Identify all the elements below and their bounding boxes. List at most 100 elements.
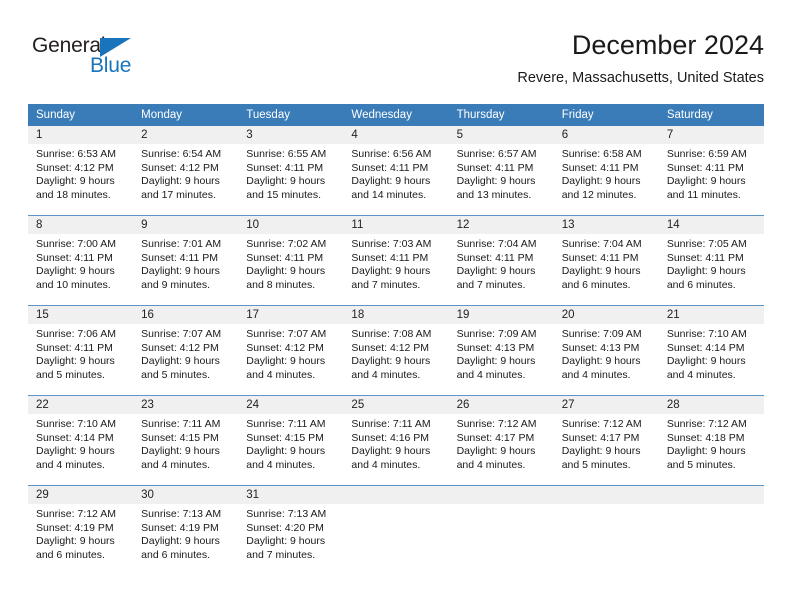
daylight-text-line1: Daylight: 9 hours — [456, 445, 536, 458]
sunrise-text: Sunrise: 6:57 AM — [456, 148, 537, 160]
day-cell[interactable]: 20 Sunrise: 7:09 AM Sunset: 4:13 PM Dayl… — [553, 306, 659, 395]
day-cell[interactable]: 29 Sunrise: 7:12 AM Sunset: 4:19 PM Dayl… — [28, 486, 134, 575]
day-cell[interactable]: 12 Sunrise: 7:04 AM Sunset: 4:11 PM Dayl… — [448, 216, 554, 305]
daylight-text-line1: Daylight: 9 hours — [246, 535, 326, 548]
day-cell[interactable]: 25 Sunrise: 7:11 AM Sunset: 4:16 PM Dayl… — [343, 396, 449, 485]
day-cell[interactable]: 23 Sunrise: 7:11 AM Sunset: 4:15 PM Dayl… — [133, 396, 239, 485]
daylight-text-line2: and 4 minutes. — [666, 368, 736, 381]
day-number: 31 — [238, 486, 344, 504]
table-cell: 9 Sunrise: 7:01 AM Sunset: 4:11 PM Dayli… — [133, 215, 239, 306]
day-cell[interactable]: 21 Sunrise: 7:10 AM Sunset: 4:14 PM Dayl… — [658, 306, 764, 395]
day-number: 9 — [133, 216, 239, 234]
day-cell[interactable]: 19 Sunrise: 7:09 AM Sunset: 4:13 PM Dayl… — [448, 306, 554, 395]
day-cell[interactable]: 4 Sunrise: 6:56 AM Sunset: 4:11 PM Dayli… — [343, 126, 449, 215]
day-cell[interactable]: 8 Sunrise: 7:00 AM Sunset: 4:11 PM Dayli… — [28, 216, 134, 305]
location-subtitle: Revere, Massachusetts, United States — [517, 70, 764, 86]
table-cell — [658, 485, 764, 575]
day-number: 20 — [553, 306, 659, 324]
daylight-text-line2: and 4 minutes. — [246, 368, 316, 381]
table-cell: 18 Sunrise: 7:08 AM Sunset: 4:12 PM Dayl… — [343, 305, 449, 396]
sunrise-text: Sunrise: 7:09 AM — [561, 328, 642, 340]
sunrise-text: Sunrise: 7:13 AM — [246, 508, 327, 520]
day-cell[interactable]: 10 Sunrise: 7:02 AM Sunset: 4:11 PM Dayl… — [238, 216, 344, 305]
day-number: 6 — [553, 126, 659, 144]
day-cell[interactable]: 1 Sunrise: 6:53 AM Sunset: 4:12 PM Dayli… — [28, 126, 134, 215]
sunrise-text: Sunrise: 7:11 AM — [246, 418, 326, 430]
daylight-text-line1: Daylight: 9 hours — [36, 535, 115, 548]
day-details: Sunrise: 7:12 AM Sunset: 4:17 PM Dayligh… — [449, 414, 554, 472]
calendar-week-row: 8 Sunrise: 7:00 AM Sunset: 4:11 PM Dayli… — [28, 215, 764, 306]
day-details: Sunrise: 6:56 AM Sunset: 4:11 PM Dayligh… — [343, 144, 448, 202]
day-details: Sunrise: 7:10 AM Sunset: 4:14 PM Dayligh… — [28, 414, 133, 472]
day-details: Sunrise: 7:03 AM Sunset: 4:11 PM Dayligh… — [343, 234, 448, 292]
sunrise-text: Sunrise: 7:12 AM — [36, 508, 116, 520]
calendar-week-row: 29 Sunrise: 7:12 AM Sunset: 4:19 PM Dayl… — [28, 485, 764, 575]
day-number — [343, 486, 449, 504]
daylight-text-line1: Daylight: 9 hours — [666, 175, 746, 188]
daylight-text-line1: Daylight: 9 hours — [36, 265, 115, 278]
day-cell[interactable]: 2 Sunrise: 6:54 AM Sunset: 4:12 PM Dayli… — [133, 126, 239, 215]
day-cell[interactable]: 18 Sunrise: 7:08 AM Sunset: 4:12 PM Dayl… — [343, 306, 449, 395]
calendar-week-row: 15 Sunrise: 7:06 AM Sunset: 4:11 PM Dayl… — [28, 305, 764, 396]
general-blue-logo[interactable]: General Blue — [32, 34, 162, 86]
daylight-text-line2: and 6 minutes. — [141, 548, 211, 561]
day-cell[interactable]: 11 Sunrise: 7:03 AM Sunset: 4:11 PM Dayl… — [343, 216, 449, 305]
daylight-text-line2: and 11 minutes. — [666, 188, 741, 201]
weekday-header-sunday: Sunday — [28, 104, 134, 126]
sunset-text: Sunset: 4:11 PM — [351, 251, 429, 264]
day-cell[interactable]: 28 Sunrise: 7:12 AM Sunset: 4:18 PM Dayl… — [658, 396, 764, 485]
table-cell: 28 Sunrise: 7:12 AM Sunset: 4:18 PM Dayl… — [658, 395, 764, 486]
daylight-text-line2: and 10 minutes. — [36, 278, 111, 291]
day-cell[interactable]: 13 Sunrise: 7:04 AM Sunset: 4:11 PM Dayl… — [553, 216, 659, 305]
sunset-text: Sunset: 4:13 PM — [456, 341, 535, 354]
table-cell: 25 Sunrise: 7:11 AM Sunset: 4:16 PM Dayl… — [343, 395, 449, 486]
daylight-text-line2: and 18 minutes. — [36, 188, 111, 201]
day-cell[interactable]: 5 Sunrise: 6:57 AM Sunset: 4:11 PM Dayli… — [448, 126, 554, 215]
daylight-text-line2: and 7 minutes. — [351, 278, 421, 291]
day-cell[interactable]: 17 Sunrise: 7:07 AM Sunset: 4:12 PM Dayl… — [238, 306, 344, 395]
day-number: 12 — [448, 216, 554, 234]
daylight-text-line1: Daylight: 9 hours — [141, 445, 220, 458]
weekday-header-wednesday: Wednesday — [343, 104, 449, 126]
table-cell: 2 Sunrise: 6:54 AM Sunset: 4:12 PM Dayli… — [133, 126, 239, 216]
day-cell[interactable]: 31 Sunrise: 7:13 AM Sunset: 4:20 PM Dayl… — [238, 486, 344, 575]
daylight-text-line1: Daylight: 9 hours — [351, 355, 431, 368]
day-number: 15 — [28, 306, 134, 324]
daylight-text-line1: Daylight: 9 hours — [141, 535, 220, 548]
day-cell[interactable]: 26 Sunrise: 7:12 AM Sunset: 4:17 PM Dayl… — [448, 396, 554, 485]
sunrise-text: Sunrise: 7:05 AM — [666, 238, 747, 250]
day-cell[interactable]: 6 Sunrise: 6:58 AM Sunset: 4:11 PM Dayli… — [553, 126, 659, 215]
sunrise-text: Sunrise: 7:07 AM — [246, 328, 327, 340]
day-cell[interactable]: 15 Sunrise: 7:06 AM Sunset: 4:11 PM Dayl… — [28, 306, 134, 395]
daylight-text-line1: Daylight: 9 hours — [36, 445, 115, 458]
sunset-text: Sunset: 4:12 PM — [351, 341, 430, 354]
day-cell-empty — [658, 486, 764, 575]
day-details: Sunrise: 7:10 AM Sunset: 4:14 PM Dayligh… — [659, 324, 764, 382]
day-cell[interactable]: 9 Sunrise: 7:01 AM Sunset: 4:11 PM Dayli… — [133, 216, 239, 305]
sunrise-text: Sunrise: 7:06 AM — [36, 328, 116, 340]
day-cell[interactable]: 16 Sunrise: 7:07 AM Sunset: 4:12 PM Dayl… — [133, 306, 239, 395]
calendar-header-row: Sunday Monday Tuesday Wednesday Thursday… — [28, 104, 764, 126]
day-cell[interactable]: 22 Sunrise: 7:10 AM Sunset: 4:14 PM Dayl… — [28, 396, 134, 485]
day-cell[interactable]: 24 Sunrise: 7:11 AM Sunset: 4:15 PM Dayl… — [238, 396, 344, 485]
day-details: Sunrise: 6:55 AM Sunset: 4:11 PM Dayligh… — [238, 144, 343, 202]
day-cell[interactable]: 27 Sunrise: 7:12 AM Sunset: 4:17 PM Dayl… — [553, 396, 659, 485]
sunset-text: Sunset: 4:11 PM — [246, 161, 324, 174]
day-details: Sunrise: 7:13 AM Sunset: 4:19 PM Dayligh… — [133, 504, 238, 562]
daylight-text-line2: and 15 minutes. — [246, 188, 321, 201]
daylight-text-line2: and 5 minutes. — [36, 368, 105, 381]
daylight-text-line1: Daylight: 9 hours — [666, 355, 746, 368]
sunrise-text: Sunrise: 7:03 AM — [351, 238, 432, 250]
day-cell[interactable]: 7 Sunrise: 6:59 AM Sunset: 4:11 PM Dayli… — [658, 126, 764, 215]
page-title: December 2024 — [571, 30, 764, 60]
day-cell[interactable]: 30 Sunrise: 7:13 AM Sunset: 4:19 PM Dayl… — [133, 486, 239, 575]
day-number — [658, 486, 764, 504]
table-cell: 16 Sunrise: 7:07 AM Sunset: 4:12 PM Dayl… — [133, 305, 239, 396]
sunrise-text: Sunrise: 7:02 AM — [246, 238, 327, 250]
daylight-text-line2: and 4 minutes. — [351, 458, 421, 471]
day-cell[interactable]: 3 Sunrise: 6:55 AM Sunset: 4:11 PM Dayli… — [238, 126, 344, 215]
sunrise-text: Sunrise: 7:12 AM — [561, 418, 642, 430]
day-cell[interactable]: 14 Sunrise: 7:05 AM Sunset: 4:11 PM Dayl… — [658, 216, 764, 305]
sunset-text: Sunset: 4:18 PM — [666, 431, 745, 444]
daylight-text-line1: Daylight: 9 hours — [246, 265, 326, 278]
